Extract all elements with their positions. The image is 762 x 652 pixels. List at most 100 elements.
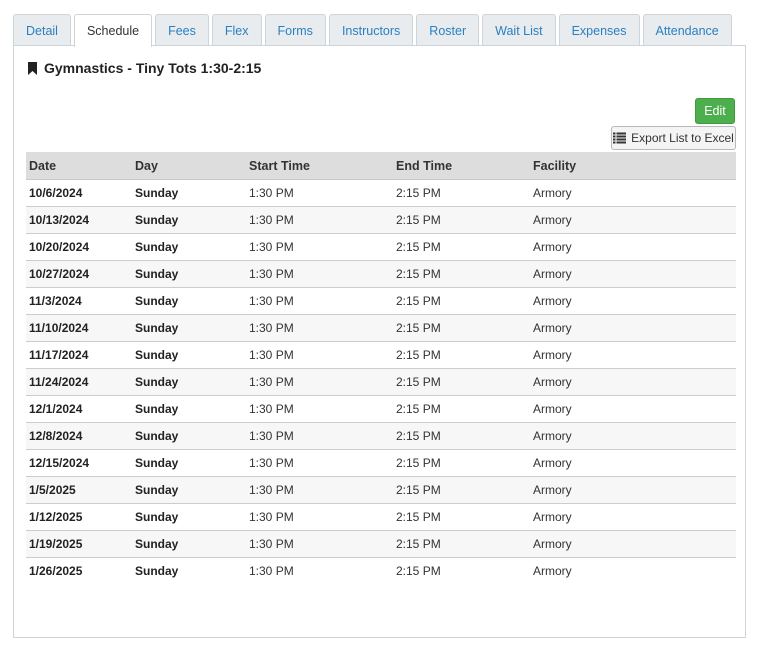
cell-date: 1/19/2025 — [29, 537, 83, 551]
cell-date: 1/5/2025 — [29, 483, 76, 497]
cell-end-time: 2:15 PM — [396, 321, 441, 335]
cell-start-time: 1:30 PM — [249, 321, 294, 335]
table-row: 12/15/2024 Sunday 1:30 PM 2:15 PM Armory — [26, 450, 736, 477]
tab-fees[interactable]: Fees — [155, 14, 209, 46]
cell-facility: Armory — [533, 348, 572, 362]
cell-facility: Armory — [533, 429, 572, 443]
tab-wait-list[interactable]: Wait List — [482, 14, 556, 46]
table-row: 1/12/2025 Sunday 1:30 PM 2:15 PM Armory — [26, 504, 736, 531]
header-date[interactable]: Date — [26, 159, 135, 173]
cell-date: 1/26/2025 — [29, 564, 83, 578]
cell-date: 11/17/2024 — [29, 348, 89, 362]
cell-day: Sunday — [135, 402, 179, 416]
cell-end-time: 2:15 PM — [396, 564, 441, 578]
cell-day: Sunday — [135, 348, 179, 362]
cell-facility: Armory — [533, 483, 572, 497]
cell-start-time: 1:30 PM — [249, 429, 294, 443]
table-header: Date Day Start Time End Time Facility — [26, 152, 736, 180]
cell-start-time: 1:30 PM — [249, 213, 294, 227]
cell-day: Sunday — [135, 267, 179, 281]
cell-date: 11/10/2024 — [29, 321, 89, 335]
cell-day: Sunday — [135, 294, 179, 308]
cell-day: Sunday — [135, 186, 179, 200]
cell-end-time: 2:15 PM — [396, 510, 441, 524]
table-row: 1/5/2025 Sunday 1:30 PM 2:15 PM Armory — [26, 477, 736, 504]
table-row: 1/19/2025 Sunday 1:30 PM 2:15 PM Armory — [26, 531, 736, 558]
cell-facility: Armory — [533, 267, 572, 281]
cell-facility: Armory — [533, 456, 572, 470]
cell-start-time: 1:30 PM — [249, 402, 294, 416]
export-button-label: Export List to Excel — [631, 131, 734, 145]
cell-date: 10/20/2024 — [29, 240, 90, 254]
export-list-to-excel-button[interactable]: Export List to Excel — [611, 126, 736, 150]
table-row: 11/24/2024 Sunday 1:30 PM 2:15 PM Armory — [26, 369, 736, 396]
cell-start-time: 1:30 PM — [249, 348, 294, 362]
cell-end-time: 2:15 PM — [396, 213, 441, 227]
cell-date: 12/1/2024 — [29, 402, 83, 416]
cell-facility: Armory — [533, 240, 572, 254]
cell-start-time: 1:30 PM — [249, 456, 294, 470]
table-row: 11/10/2024 Sunday 1:30 PM 2:15 PM Armory — [26, 315, 736, 342]
cell-end-time: 2:15 PM — [396, 537, 441, 551]
cell-facility: Armory — [533, 375, 572, 389]
cell-end-time: 2:15 PM — [396, 456, 441, 470]
cell-start-time: 1:30 PM — [249, 267, 294, 281]
cell-start-time: 1:30 PM — [249, 483, 294, 497]
cell-date: 10/13/2024 — [29, 213, 90, 227]
tab-expenses[interactable]: Expenses — [558, 14, 640, 46]
cell-end-time: 2:15 PM — [396, 267, 441, 281]
cell-start-time: 1:30 PM — [249, 537, 294, 551]
tab-bar: Detail Schedule Fees Flex Forms Instruct… — [13, 14, 735, 47]
cell-end-time: 2:15 PM — [396, 186, 441, 200]
cell-date: 10/6/2024 — [29, 186, 83, 200]
header-facility[interactable]: Facility — [533, 159, 736, 173]
tab-forms[interactable]: Forms — [264, 14, 326, 46]
edit-button[interactable]: Edit — [695, 98, 735, 124]
cell-start-time: 1:30 PM — [249, 186, 294, 200]
cell-end-time: 2:15 PM — [396, 348, 441, 362]
schedule-table: Date Day Start Time End Time Facility 10… — [26, 152, 736, 584]
cell-day: Sunday — [135, 375, 179, 389]
page-title-text: Gymnastics - Tiny Tots 1:30-2:15 — [44, 60, 262, 76]
cell-date: 11/24/2024 — [29, 375, 89, 389]
cell-day: Sunday — [135, 321, 179, 335]
header-end-time[interactable]: End Time — [396, 159, 533, 173]
tab-instructors[interactable]: Instructors — [328, 14, 414, 46]
cell-date: 12/8/2024 — [29, 429, 83, 443]
tab-attendance[interactable]: Attendance — [642, 14, 732, 46]
cell-facility: Armory — [533, 294, 572, 308]
table-row: 12/1/2024 Sunday 1:30 PM 2:15 PM Armory — [26, 396, 736, 423]
cell-day: Sunday — [135, 456, 179, 470]
cell-day: Sunday — [135, 510, 179, 524]
tab-schedule[interactable]: Schedule — [73, 14, 153, 47]
table-row: 10/27/2024 Sunday 1:30 PM 2:15 PM Armory — [26, 261, 736, 288]
tab-roster[interactable]: Roster — [416, 14, 480, 46]
cell-facility: Armory — [533, 213, 572, 227]
schedule-panel: Gymnastics - Tiny Tots 1:30-2:15 Edit Ex… — [13, 45, 746, 638]
cell-facility: Armory — [533, 402, 572, 416]
cell-start-time: 1:30 PM — [249, 564, 294, 578]
table-row: 11/17/2024 Sunday 1:30 PM 2:15 PM Armory — [26, 342, 736, 369]
table-row: 10/20/2024 Sunday 1:30 PM 2:15 PM Armory — [26, 234, 736, 261]
list-icon — [613, 132, 627, 144]
tab-flex[interactable]: Flex — [211, 14, 262, 46]
cell-end-time: 2:15 PM — [396, 375, 441, 389]
cell-end-time: 2:15 PM — [396, 240, 441, 254]
cell-day: Sunday — [135, 429, 179, 443]
tab-detail[interactable]: Detail — [13, 14, 71, 46]
header-start-time[interactable]: Start Time — [249, 159, 396, 173]
cell-start-time: 1:30 PM — [249, 510, 294, 524]
header-day[interactable]: Day — [135, 159, 249, 173]
cell-facility: Armory — [533, 537, 572, 551]
cell-end-time: 2:15 PM — [396, 483, 441, 497]
cell-end-time: 2:15 PM — [396, 429, 441, 443]
cell-date: 12/15/2024 — [29, 456, 90, 470]
cell-day: Sunday — [135, 240, 179, 254]
cell-end-time: 2:15 PM — [396, 402, 441, 416]
cell-facility: Armory — [533, 321, 572, 335]
cell-date: 1/12/2025 — [29, 510, 83, 524]
cell-facility: Armory — [533, 510, 572, 524]
table-body: 10/6/2024 Sunday 1:30 PM 2:15 PM Armory 10/13… — [26, 180, 736, 584]
table-row: 10/13/2024 Sunday 1:30 PM 2:15 PM Armory — [26, 207, 736, 234]
cell-start-time: 1:30 PM — [249, 240, 294, 254]
